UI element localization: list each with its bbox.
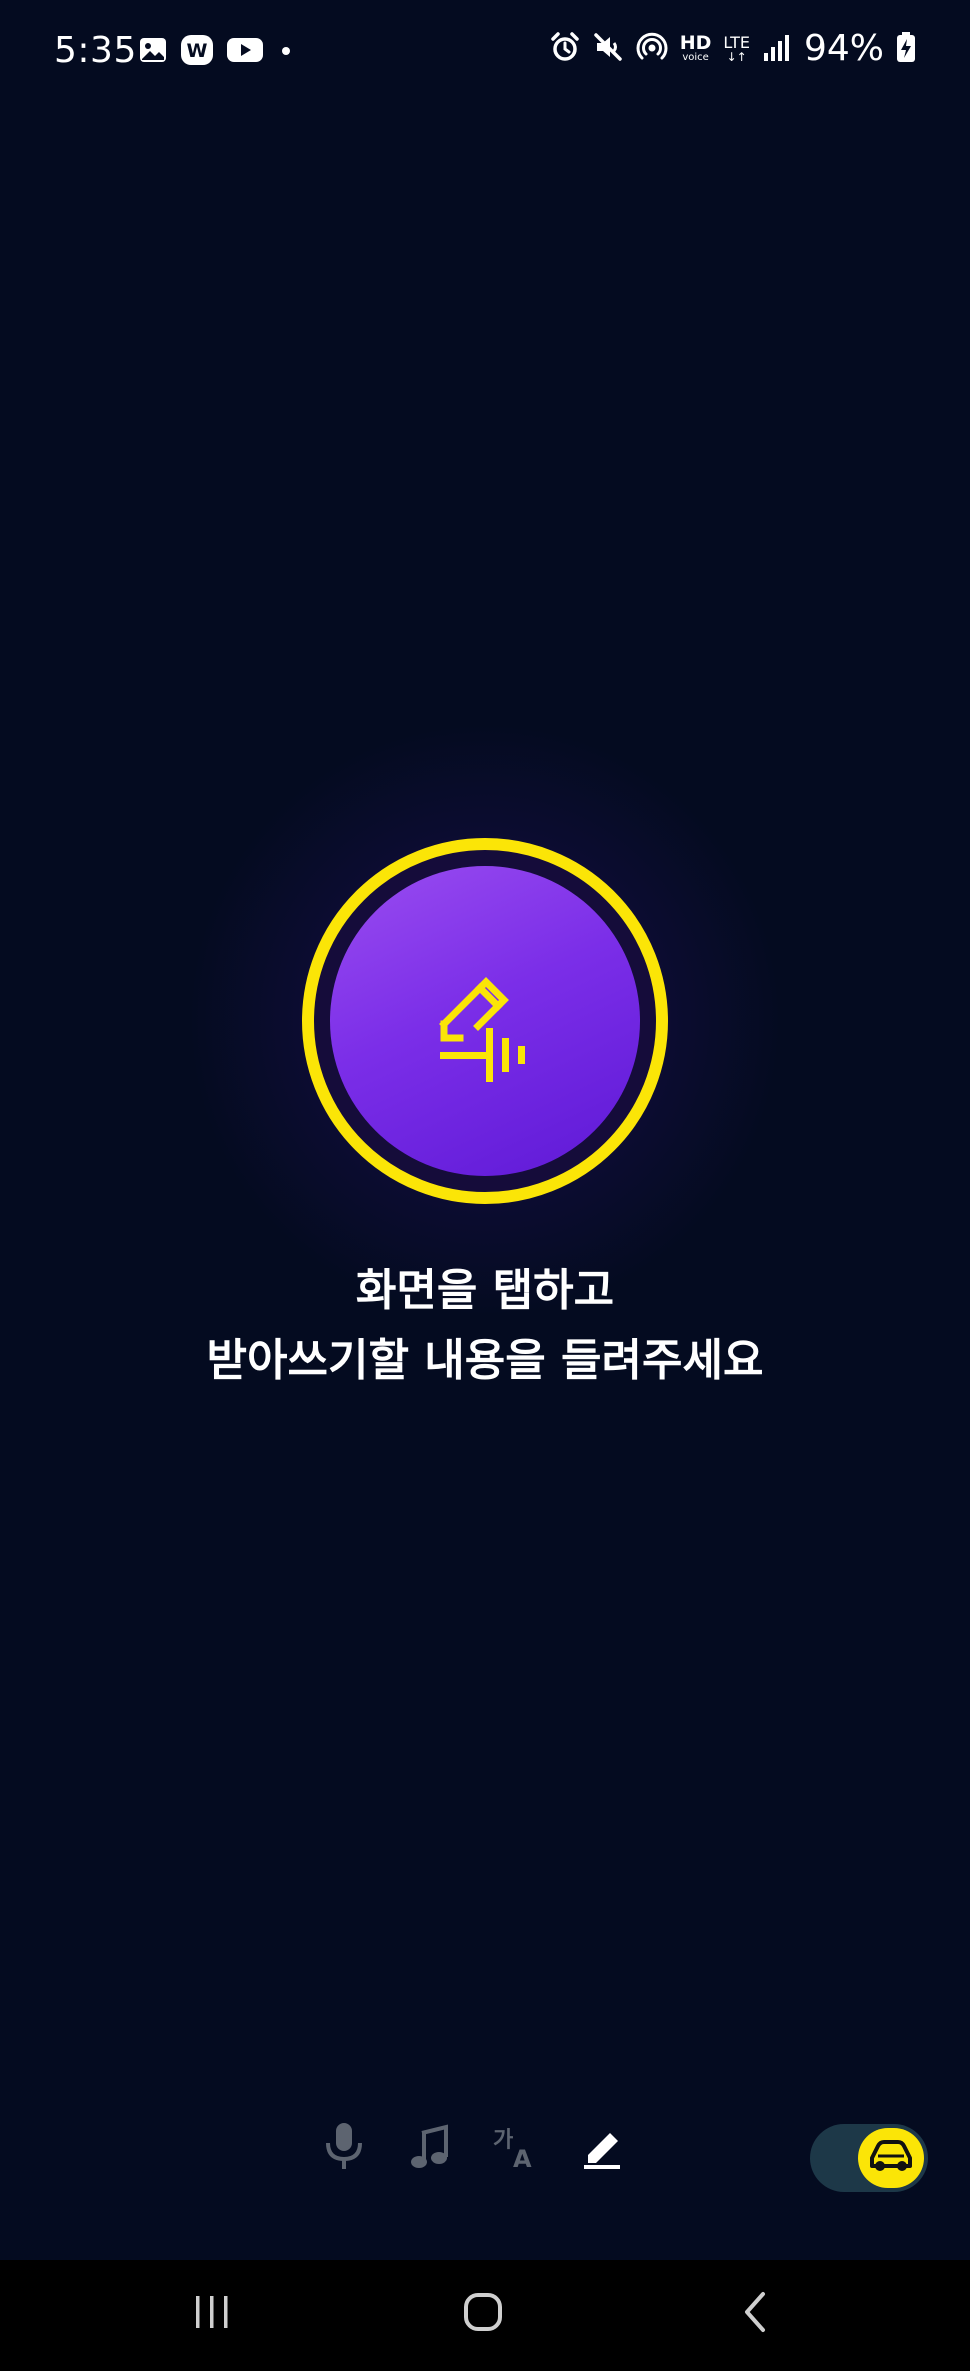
status-left-icons: W xyxy=(138,34,296,70)
dot-icon xyxy=(276,35,296,69)
gallery-icon xyxy=(138,35,168,69)
status-time: 5:35 xyxy=(54,30,137,71)
mode-mic[interactable] xyxy=(318,2120,370,2176)
mic-icon xyxy=(322,2121,366,2175)
translate-glyph-sub: A xyxy=(513,2145,532,2171)
drive-mode-knob xyxy=(858,2128,924,2188)
mode-translate[interactable]: 가 A xyxy=(490,2120,542,2176)
app-screen: 5:35 W HD voice LTE ↓↑ 94% 화면을 탭하고 받아쓰기할… xyxy=(0,0,970,2371)
status-right-icons: HD voice LTE ↓↑ 94% xyxy=(550,28,916,69)
instruction-line-2: 받아쓰기할 내용을 들려주세요 xyxy=(206,1335,764,1386)
drive-mode-toggle[interactable] xyxy=(810,2124,928,2192)
hd-label: HD xyxy=(679,32,712,54)
lte-icon: LTE ↓↑ xyxy=(723,32,750,64)
signal-icon xyxy=(762,31,792,67)
pen-waveform-icon xyxy=(420,954,550,1088)
music-note-icon xyxy=(408,2121,452,2175)
record-button[interactable] xyxy=(302,838,668,1204)
record-button-inner xyxy=(330,866,640,1176)
hotspot-icon xyxy=(636,31,668,67)
back-button[interactable] xyxy=(715,2284,795,2344)
home-button[interactable] xyxy=(443,2284,523,2344)
battery-charging-icon xyxy=(896,31,916,67)
battery-percentage: 94% xyxy=(803,28,884,69)
recent-apps-icon xyxy=(192,2292,232,2336)
mode-music[interactable] xyxy=(404,2120,456,2176)
mode-dictation[interactable] xyxy=(576,2120,628,2176)
mode-bar: 가 A xyxy=(318,2120,628,2176)
back-icon xyxy=(735,2290,775,2338)
translate-glyph-main: 가 xyxy=(493,2128,513,2153)
hd-voice-icon: HD voice xyxy=(680,34,712,63)
instruction-line-1: 화면을 탭하고 xyxy=(355,1265,615,1316)
translate-icon: 가 A xyxy=(491,2121,541,2175)
youtube-icon xyxy=(226,35,264,69)
alarm-icon xyxy=(550,31,580,67)
hd-sub-label: voice xyxy=(682,52,709,63)
mute-icon xyxy=(592,31,624,67)
recent-apps-button[interactable] xyxy=(172,2284,252,2344)
svg-text:W: W xyxy=(187,40,208,62)
w-app-icon: W xyxy=(180,34,214,70)
home-icon xyxy=(463,2292,503,2336)
lte-label: LTE xyxy=(723,32,750,52)
lte-arrows: ↓↑ xyxy=(726,49,747,64)
car-icon xyxy=(866,2136,916,2180)
nav-bar xyxy=(0,2260,970,2371)
dictation-pen-icon xyxy=(580,2121,624,2175)
status-bar: 5:35 W HD voice LTE ↓↑ 94% xyxy=(0,0,970,104)
